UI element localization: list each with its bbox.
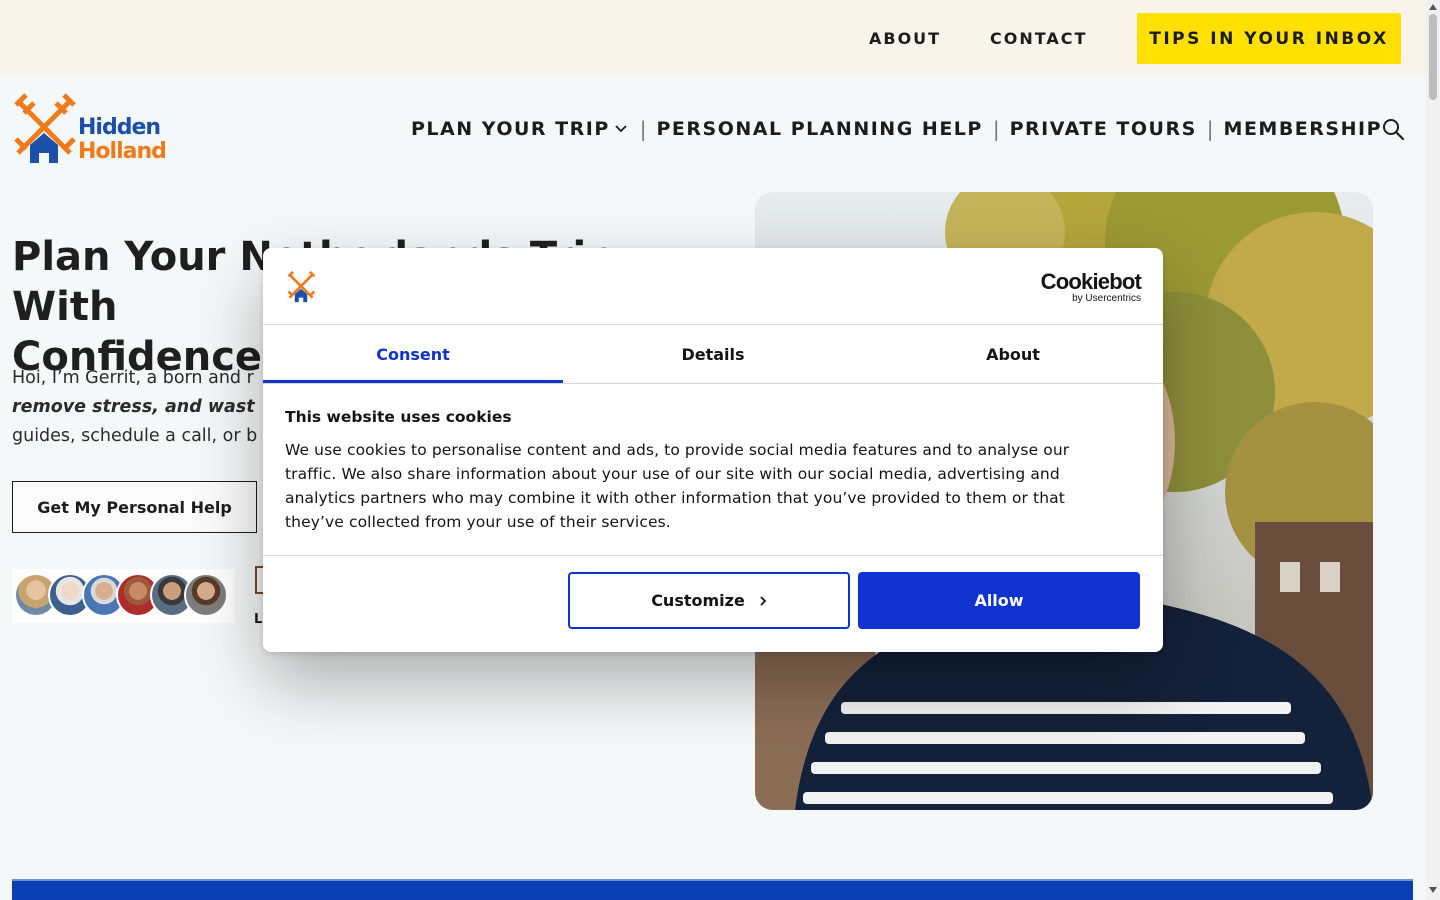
cookie-tabs: Consent Details About xyxy=(263,325,1163,383)
cookiebot-name: Cookiebot xyxy=(1040,269,1142,294)
hero-text-line2: remove stress, and wast xyxy=(12,397,255,417)
page-scrollbar[interactable] xyxy=(1426,0,1440,900)
hero-text-line1: Hoi, I’m Gerrit, a born and r xyxy=(12,368,254,388)
about-link[interactable]: ABOUT xyxy=(869,29,941,48)
avatar xyxy=(184,573,228,617)
nav-membership[interactable]: MEMBERSHIP xyxy=(1224,118,1382,140)
customize-button-label: Customize xyxy=(651,591,745,610)
divider xyxy=(263,555,1163,556)
chevron-down-icon[interactable] xyxy=(614,124,628,134)
cookie-consent-dialog: Cookiebot by Usercentrics Consent Detail… xyxy=(263,248,1163,652)
cookie-dialog-body: We use cookies to personalise content an… xyxy=(285,441,1070,531)
nav-separator: | xyxy=(639,117,647,141)
nav-personal-planning-help[interactable]: PERSONAL PLANNING HELP xyxy=(657,118,983,140)
site-logo-icon xyxy=(287,271,316,303)
divider xyxy=(263,383,1163,384)
cookie-dialog-title: This website uses cookies xyxy=(285,408,512,426)
customer-avatars xyxy=(12,569,234,623)
nav-separator: | xyxy=(1206,117,1214,141)
utility-bar: ABOUT CONTACT TIPS IN YOUR INBOX xyxy=(0,0,1426,76)
hidden-holland-logo[interactable]: Hidden Holland xyxy=(12,93,177,165)
nav-private-tours[interactable]: PRIVATE TOURS xyxy=(1010,118,1197,140)
scroll-thumb[interactable] xyxy=(1429,14,1437,100)
contact-link[interactable]: CONTACT xyxy=(990,29,1087,48)
search-icon[interactable] xyxy=(1381,117,1405,141)
logo-word-holland: Holland xyxy=(78,139,167,164)
tab-details[interactable]: Details xyxy=(563,325,863,383)
allow-button[interactable]: Allow xyxy=(858,572,1140,629)
tips-in-your-inbox-button[interactable]: TIPS IN YOUR INBOX xyxy=(1137,13,1401,64)
hero-text-line3: guides, schedule a call, or b xyxy=(12,426,258,446)
chevron-right-icon xyxy=(760,595,767,606)
tab-consent[interactable]: Consent xyxy=(263,325,563,383)
get-my-personal-help-button[interactable]: Get My Personal Help xyxy=(12,481,257,533)
main-navigation: PLAN YOUR TRIP | PERSONAL PLANNING HELP … xyxy=(411,117,1382,141)
scroll-down-arrow-icon[interactable] xyxy=(1429,887,1437,893)
nav-plan-your-trip[interactable]: PLAN YOUR TRIP xyxy=(411,118,610,140)
logo-word-hidden: Hidden xyxy=(78,115,161,140)
cookiebot-sub: by Usercentrics xyxy=(1072,293,1141,304)
blue-section-band xyxy=(12,879,1413,900)
customize-button[interactable]: Customize xyxy=(568,572,850,629)
rating-badge-text: L xyxy=(254,612,263,627)
scroll-up-arrow-icon[interactable] xyxy=(1429,4,1437,10)
windmill-logo-icon xyxy=(14,93,76,163)
tab-about[interactable]: About xyxy=(863,325,1163,383)
nav-separator: | xyxy=(992,117,1000,141)
cookiebot-brand[interactable]: Cookiebot by Usercentrics xyxy=(1040,269,1142,304)
